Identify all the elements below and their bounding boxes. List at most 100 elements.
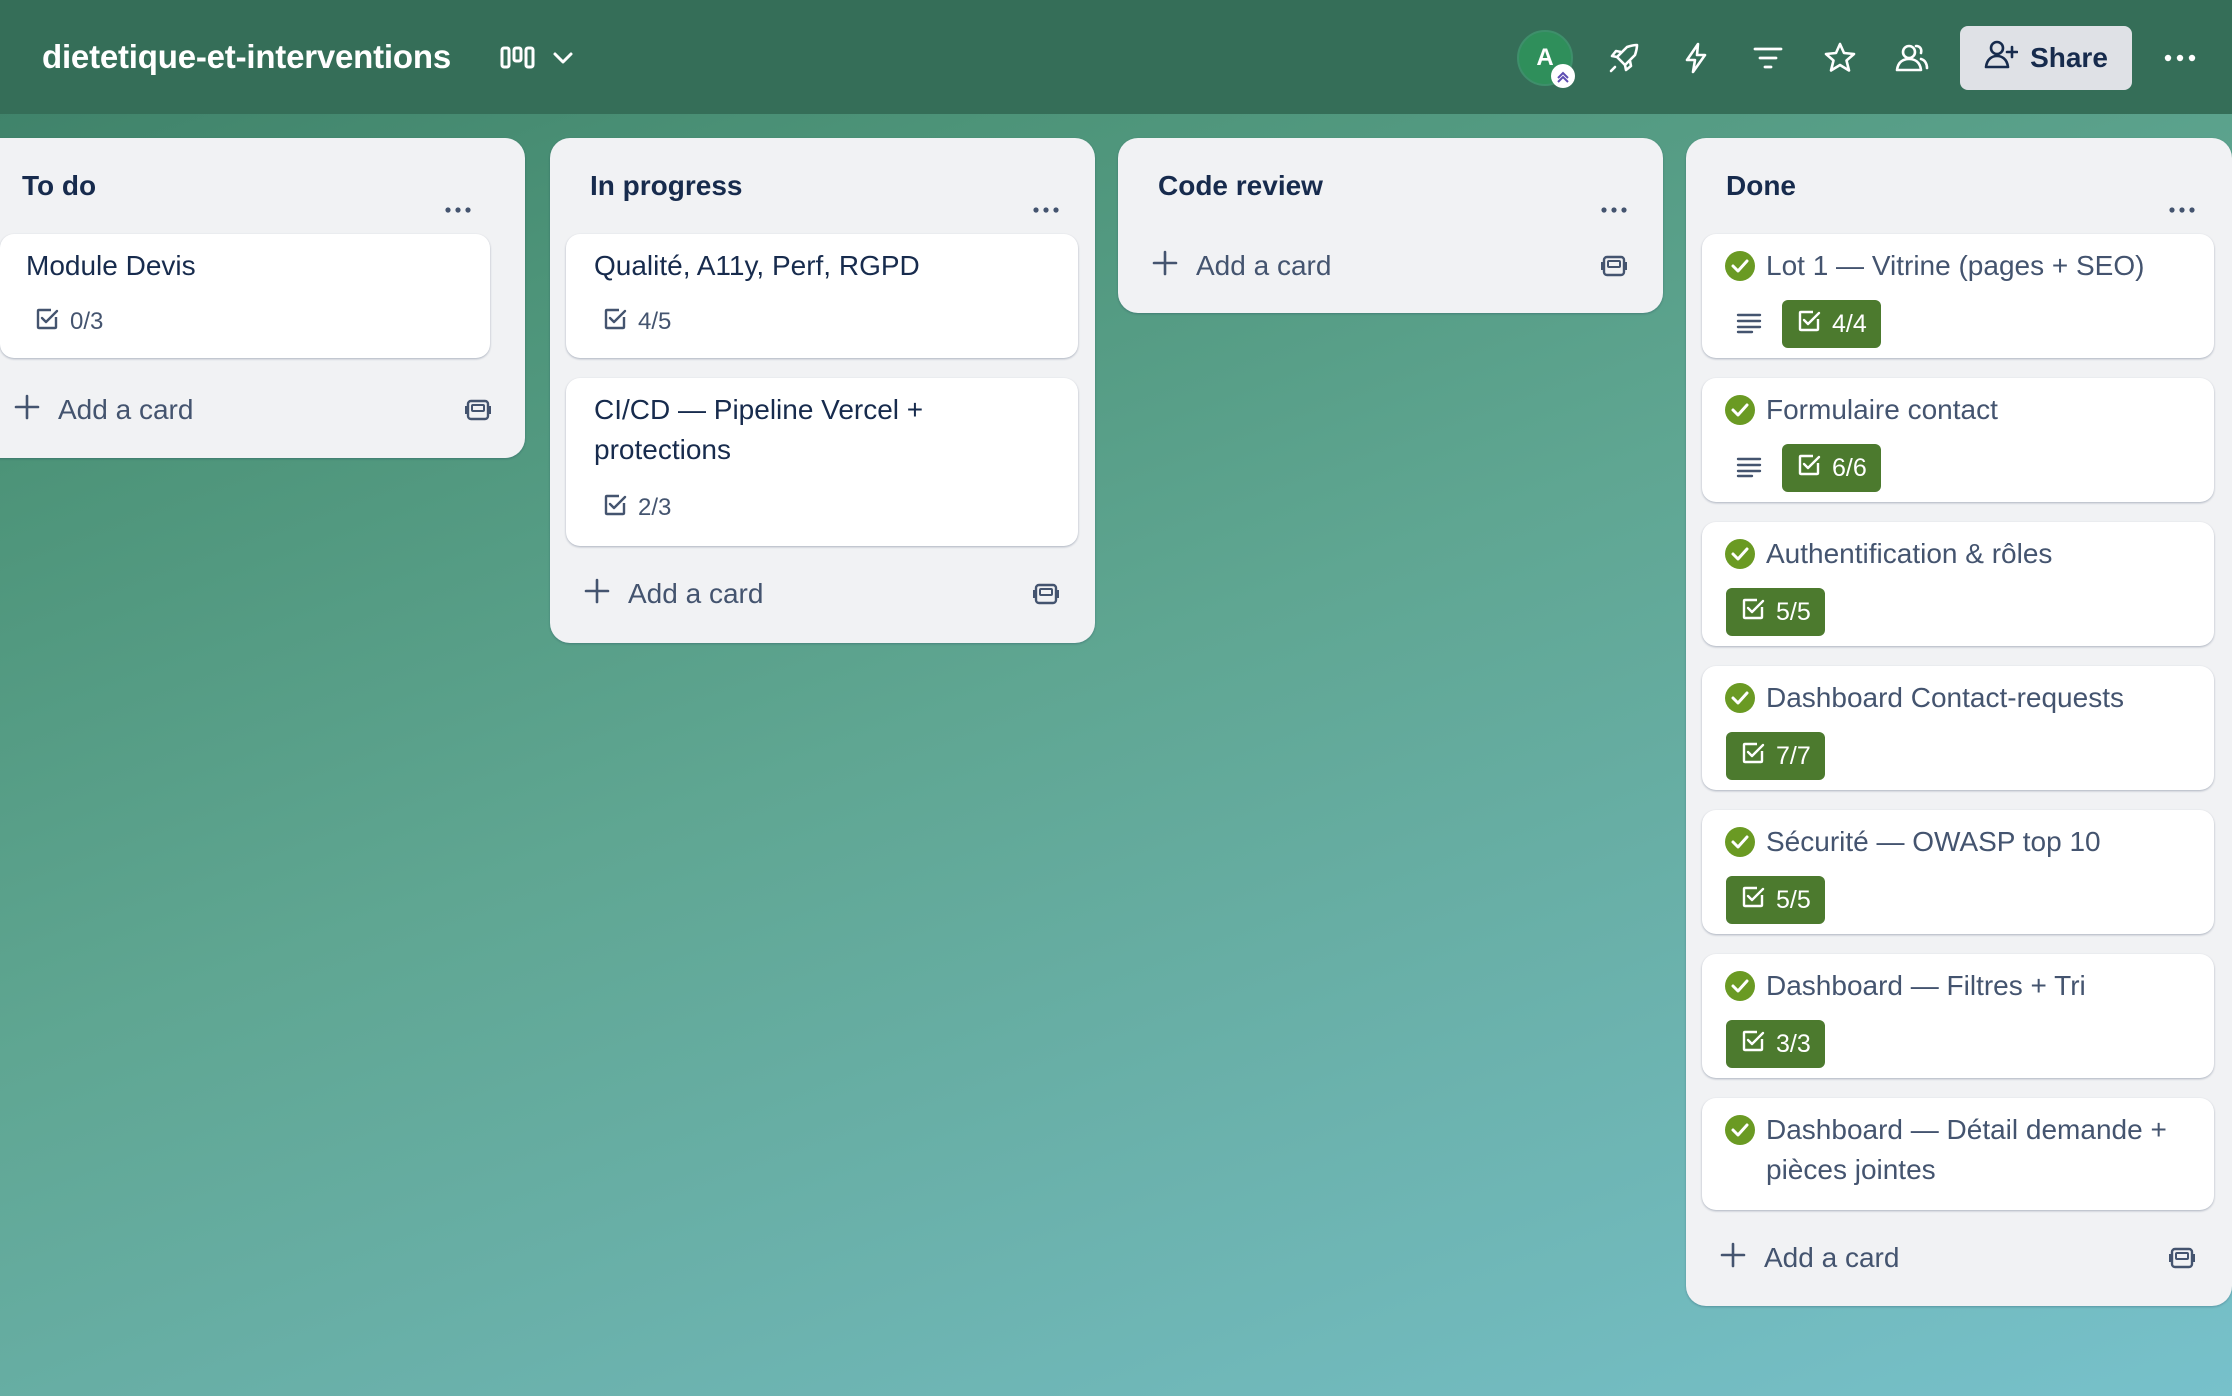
checklist-badge-complete: 7/7 [1726, 732, 1825, 780]
checklist-badge: 4/5 [602, 302, 671, 342]
board-view-icon[interactable] [500, 45, 536, 71]
add-card-label: Add a card [1764, 1242, 1900, 1273]
list-title[interactable]: Done [1726, 170, 1796, 202]
completed-check-icon[interactable] [1724, 682, 1756, 714]
plus-icon [14, 394, 40, 427]
list-menu-icon[interactable] [434, 186, 482, 234]
add-card-button[interactable]: Add a card [1720, 1228, 1899, 1288]
checklist-icon [1796, 308, 1822, 341]
admin-badge-icon [1551, 64, 1575, 88]
list-to-do: To do Module Devis 0/3 Add a card [0, 138, 525, 458]
checklist-icon [1740, 740, 1766, 773]
checklist-icon [1796, 452, 1822, 485]
checklist-icon [1740, 884, 1766, 917]
add-card-label: Add a card [58, 394, 194, 425]
checklist-count: 2/3 [638, 494, 672, 521]
card-title: Authentification & rôles [1766, 538, 2053, 569]
plus-icon [1152, 250, 1178, 283]
card-qualite[interactable]: Qualité, A11y, Perf, RGPD 4/5 [566, 234, 1078, 358]
card-title: Lot 1 — Vitrine (pages + SEO) [1766, 250, 2145, 281]
plus-icon [1720, 1242, 1746, 1275]
checklist-badge-complete: 6/6 [1782, 444, 1881, 492]
add-card-label: Add a card [1196, 250, 1332, 281]
card-template-icon[interactable] [464, 396, 492, 429]
checklist-icon [1740, 596, 1766, 629]
more-icon[interactable] [2152, 30, 2208, 86]
share-button[interactable]: Share [1960, 26, 2132, 90]
board-header: dietetique-et-interventions A Share [0, 0, 2232, 114]
checklist-count: 5/5 [1776, 885, 1811, 914]
avatar-initial: A [1536, 44, 1554, 71]
completed-check-icon[interactable] [1724, 250, 1756, 282]
description-icon [1736, 456, 1762, 483]
checklist-count: 3/3 [1776, 1029, 1811, 1058]
checklist-badge: 0/3 [34, 302, 103, 342]
card-title: Qualité, A11y, Perf, RGPD [594, 250, 920, 281]
completed-check-icon[interactable] [1724, 394, 1756, 426]
card-title: CI/CD — Pipeline Vercel + protections [594, 390, 923, 470]
add-person-icon [1984, 38, 2019, 79]
card-dashboard-contact-requests[interactable]: Dashboard Contact-requests 7/7 [1702, 666, 2214, 790]
card-dashboard-detail[interactable]: Dashboard — Détail demande + pièces join… [1702, 1098, 2214, 1210]
lightning-icon[interactable] [1668, 30, 1724, 86]
add-card-button[interactable]: Add a card [14, 380, 193, 440]
checklist-count: 4/4 [1832, 309, 1867, 338]
board-title[interactable]: dietetique-et-interventions [42, 38, 451, 76]
checklist-badge-complete: 5/5 [1726, 876, 1825, 924]
filter-icon[interactable] [1740, 30, 1796, 86]
card-title-line: Dashboard — Détail demande + [1766, 1114, 2167, 1145]
member-avatar[interactable]: A [1517, 30, 1575, 88]
card-template-icon[interactable] [2168, 1244, 2196, 1277]
card-template-icon[interactable] [1032, 580, 1060, 613]
card-title: Dashboard — Détail demande + pièces join… [1766, 1110, 2167, 1190]
description-icon [1736, 312, 1762, 339]
card-securite-owasp[interactable]: Sécurité — OWASP top 10 5/5 [1702, 810, 2214, 934]
card-authentification[interactable]: Authentification & rôles 5/5 [1702, 522, 2214, 646]
checklist-icon [1740, 1028, 1766, 1061]
checklist-count: 0/3 [70, 308, 104, 335]
list-done: Done Lot 1 — Vitrine (pages + SEO) 4/4 F… [1686, 138, 2232, 1306]
star-icon[interactable] [1812, 30, 1868, 86]
add-card-button[interactable]: Add a card [1152, 236, 1331, 296]
completed-check-icon[interactable] [1724, 1114, 1756, 1146]
checklist-count: 6/6 [1832, 453, 1867, 482]
list-menu-icon[interactable] [2158, 186, 2206, 234]
board-view-switcher[interactable] [500, 36, 576, 80]
card-title-line: CI/CD — Pipeline Vercel + [594, 394, 924, 425]
members-icon[interactable] [1884, 30, 1940, 86]
list-menu-icon[interactable] [1590, 186, 1638, 234]
card-title: Module Devis [26, 250, 196, 281]
card-title-line: protections [594, 434, 731, 465]
list-title[interactable]: Code review [1158, 170, 1323, 202]
checklist-icon [34, 306, 60, 339]
card-formulaire-contact[interactable]: Formulaire contact 6/6 [1702, 378, 2214, 502]
card-ci-cd[interactable]: CI/CD — Pipeline Vercel + protections 2/… [566, 378, 1078, 546]
card-module-devis[interactable]: Module Devis 0/3 [0, 234, 490, 358]
completed-check-icon[interactable] [1724, 538, 1756, 570]
card-template-icon[interactable] [1600, 252, 1628, 285]
rocket-icon[interactable] [1596, 30, 1652, 86]
completed-check-icon[interactable] [1724, 826, 1756, 858]
checklist-icon [602, 306, 628, 339]
share-label: Share [2030, 42, 2108, 73]
list-title[interactable]: To do [22, 170, 96, 202]
card-title-line: pièces jointes [1766, 1154, 1936, 1185]
checklist-count: 4/5 [638, 308, 672, 335]
card-title: Dashboard — Filtres + Tri [1766, 970, 2086, 1001]
checklist-badge: 2/3 [602, 488, 671, 528]
list-in-progress: In progress Qualité, A11y, Perf, RGPD 4/… [550, 138, 1095, 643]
add-card-button[interactable]: Add a card [584, 564, 763, 624]
checklist-badge-complete: 4/4 [1782, 300, 1881, 348]
card-dashboard-filtres[interactable]: Dashboard — Filtres + Tri 3/3 [1702, 954, 2214, 1078]
list-menu-icon[interactable] [1022, 186, 1070, 234]
list-code-review: Code review Add a card [1118, 138, 1663, 313]
card-lot-1-vitrine[interactable]: Lot 1 — Vitrine (pages + SEO) 4/4 [1702, 234, 2214, 358]
card-title: Sécurité — OWASP top 10 [1766, 826, 2101, 857]
chevron-down-icon[interactable] [550, 45, 576, 71]
card-title: Formulaire contact [1766, 394, 1998, 425]
checklist-count: 5/5 [1776, 597, 1811, 626]
completed-check-icon[interactable] [1724, 970, 1756, 1002]
list-title[interactable]: In progress [590, 170, 742, 202]
checklist-icon [602, 492, 628, 525]
checklist-badge-complete: 3/3 [1726, 1020, 1825, 1068]
